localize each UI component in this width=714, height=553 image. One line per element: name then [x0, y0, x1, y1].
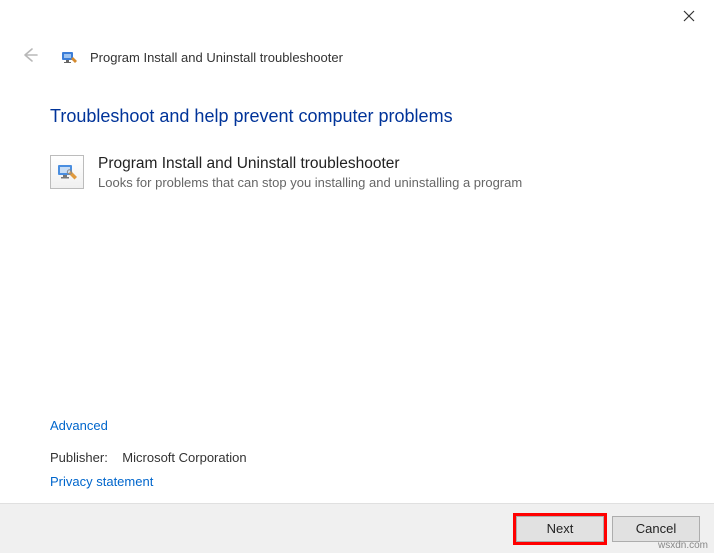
close-button[interactable] — [666, 2, 712, 32]
item-title: Program Install and Uninstall troublesho… — [98, 155, 522, 173]
publisher-value: Microsoft Corporation — [122, 450, 246, 465]
publisher-label: Publisher: — [50, 450, 108, 465]
window-title: Program Install and Uninstall troublesho… — [90, 50, 343, 65]
close-icon — [683, 9, 695, 25]
page-heading: Troubleshoot and help prevent computer p… — [50, 106, 664, 127]
back-button — [18, 46, 40, 68]
troubleshooter-item-text: Program Install and Uninstall troublesho… — [98, 155, 522, 190]
troubleshooter-item-icon — [50, 155, 84, 189]
header-row: Program Install and Uninstall troublesho… — [0, 38, 714, 76]
next-button[interactable]: Next — [516, 516, 604, 542]
titlebar — [0, 0, 714, 38]
troubleshooter-item: Program Install and Uninstall troublesho… — [50, 155, 664, 190]
privacy-link[interactable]: Privacy statement — [50, 474, 153, 489]
advanced-link[interactable]: Advanced — [50, 418, 108, 433]
button-bar: Next Cancel — [0, 503, 714, 553]
item-description: Looks for problems that can stop you ins… — [98, 175, 522, 190]
content-area: Troubleshoot and help prevent computer p… — [0, 76, 714, 190]
publisher-row: Publisher: Microsoft Corporation — [50, 450, 247, 465]
arrow-left-icon — [20, 46, 38, 69]
advanced-link-area: Advanced — [50, 417, 108, 435]
watermark: wsxdn.com — [658, 540, 708, 551]
troubleshooter-app-icon — [60, 48, 78, 66]
cancel-button[interactable]: Cancel — [612, 516, 700, 542]
